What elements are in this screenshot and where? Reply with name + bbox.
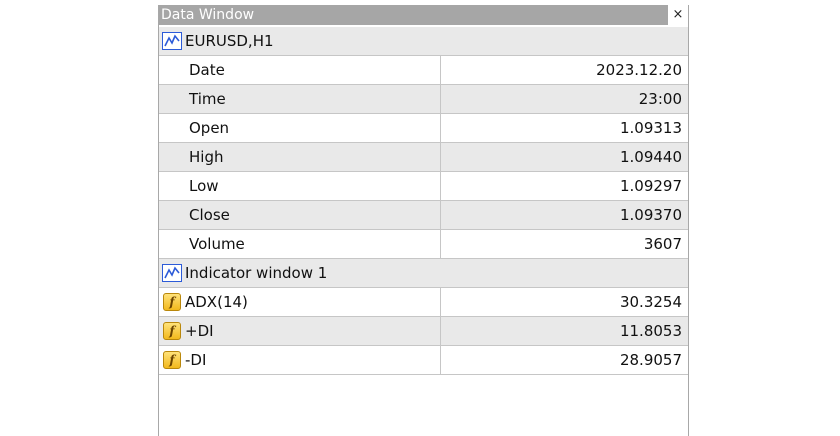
table-row: Open 1.09313 xyxy=(159,114,688,143)
row-label-cell: f ADX(14) xyxy=(159,288,441,316)
row-label-cell: f -DI xyxy=(159,346,441,374)
title-bar: Data Window × xyxy=(159,5,688,25)
close-icon[interactable]: × xyxy=(668,5,688,25)
row-value: 1.09370 xyxy=(619,206,682,224)
row-value: 1.09313 xyxy=(619,119,682,137)
row-value: 2023.12.20 xyxy=(596,61,682,79)
row-label: Close xyxy=(159,201,441,229)
table-row: f -DI 28.9057 xyxy=(159,346,688,375)
row-label: Open xyxy=(159,114,441,142)
row-label: Date xyxy=(159,56,441,84)
row-value: 1.09440 xyxy=(619,148,682,166)
function-icon: f xyxy=(163,351,181,369)
table-row: f ADX(14) 30.3254 xyxy=(159,288,688,317)
group-label-indicator: Indicator window 1 xyxy=(185,264,328,282)
row-label: Volume xyxy=(159,230,441,258)
row-value: 30.3254 xyxy=(619,293,682,311)
row-label: High xyxy=(159,143,441,171)
group-header-symbol[interactable]: EURUSD,H1 xyxy=(159,27,688,56)
group-header-indicator[interactable]: Indicator window 1 xyxy=(159,259,688,288)
row-label: +DI xyxy=(185,322,214,340)
data-window-panel: Data Window × EURUSD,H1 Date 2023.12.20 … xyxy=(158,5,689,436)
row-label: Low xyxy=(159,172,441,200)
table-row: High 1.09440 xyxy=(159,143,688,172)
chart-icon xyxy=(162,32,182,50)
table-row: Date 2023.12.20 xyxy=(159,56,688,85)
data-table: EURUSD,H1 Date 2023.12.20 Time 23:00 Ope… xyxy=(159,27,688,375)
row-value: 3607 xyxy=(643,235,682,253)
window-title: Data Window xyxy=(159,5,668,25)
function-icon: f xyxy=(163,322,181,340)
row-label-cell: f +DI xyxy=(159,317,441,345)
table-row: Low 1.09297 xyxy=(159,172,688,201)
table-row: Volume 3607 xyxy=(159,230,688,259)
table-row: f +DI 11.8053 xyxy=(159,317,688,346)
row-label: ADX(14) xyxy=(185,293,248,311)
chart-icon xyxy=(162,264,182,282)
row-label: -DI xyxy=(185,351,207,369)
function-icon: f xyxy=(163,293,181,311)
row-value: 1.09297 xyxy=(619,177,682,195)
row-value: 11.8053 xyxy=(619,322,682,340)
row-value: 23:00 xyxy=(638,90,682,108)
row-value: 28.9057 xyxy=(619,351,682,369)
group-label-symbol: EURUSD,H1 xyxy=(185,32,274,50)
table-row: Close 1.09370 xyxy=(159,201,688,230)
row-label: Time xyxy=(159,85,441,113)
table-row: Time 23:00 xyxy=(159,85,688,114)
